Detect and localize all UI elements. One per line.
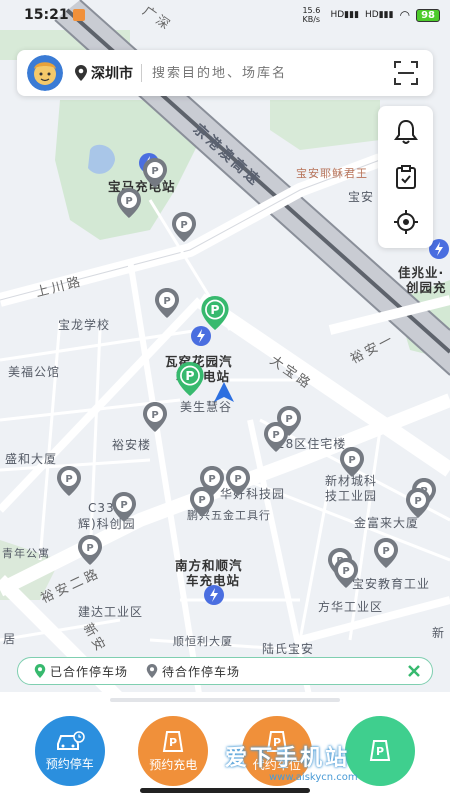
legend-cooperative[interactable]: 已合作停车场 xyxy=(34,663,128,680)
svg-text:P: P xyxy=(163,296,170,307)
legend-cooperative-label: 已合作停车场 xyxy=(50,664,129,679)
green-pin-icon xyxy=(34,664,46,678)
cooperative-parking-pin[interactable]: P xyxy=(176,362,204,396)
svg-text:P: P xyxy=(180,220,187,231)
reserve-parking-button[interactable]: 预约停车 xyxy=(34,716,105,786)
svg-text:P: P xyxy=(151,410,158,421)
svg-text:P: P xyxy=(210,302,219,317)
battery-indicator: 98 xyxy=(416,8,440,22)
drag-handle[interactable] xyxy=(110,698,340,702)
reserve-charging-button[interactable]: P 预约充电 xyxy=(138,716,209,786)
network-speed: 15.6 KB/s xyxy=(302,6,321,24)
map-label: 宝安 xyxy=(348,190,375,204)
search-bar: 深圳市 xyxy=(17,50,433,96)
svg-text:P: P xyxy=(382,546,389,557)
pending-parking-pin[interactable]: P xyxy=(78,535,102,565)
divider xyxy=(141,64,142,82)
search-input[interactable] xyxy=(152,65,393,81)
pending-parking-pin[interactable]: P xyxy=(143,402,167,432)
map-label: 建达工业区 xyxy=(78,605,144,619)
map-label: 美福公馆 xyxy=(8,365,61,379)
map-label: 宝安教育工业 xyxy=(352,577,431,591)
map-label: 新 xyxy=(432,626,446,640)
pending-parking-pin[interactable]: P xyxy=(57,466,81,496)
pending-parking-pin[interactable]: P xyxy=(190,487,214,517)
map-label: 宝安耶稣君王 xyxy=(296,167,368,180)
svg-text:P: P xyxy=(185,368,194,383)
svg-text:P: P xyxy=(125,196,132,207)
svg-text:P: P xyxy=(120,500,127,511)
svg-text:P: P xyxy=(169,736,177,749)
pending-parking-pin[interactable]: P xyxy=(277,406,301,436)
svg-text:P: P xyxy=(234,474,241,485)
clipboard-icon xyxy=(395,164,416,189)
gray-pin-icon xyxy=(146,664,158,678)
status-time: 15:21 xyxy=(24,7,69,23)
pending-parking-pin[interactable]: P xyxy=(374,538,398,568)
svg-text:P: P xyxy=(198,495,205,506)
svg-text:P: P xyxy=(285,414,292,425)
locate-icon xyxy=(393,209,418,234)
notification-button[interactable] xyxy=(392,118,420,146)
user-avatar[interactable] xyxy=(27,55,63,91)
pending-parking-pin[interactable]: P xyxy=(172,212,196,242)
map-label: 创园充 xyxy=(406,280,447,295)
orders-button[interactable] xyxy=(392,163,420,191)
svg-text:P: P xyxy=(376,745,384,758)
pending-parking-pin[interactable]: P xyxy=(117,188,141,218)
reserve-charging-label: 预约充电 xyxy=(149,758,198,772)
svg-text:P: P xyxy=(414,496,421,507)
current-location-arrow-icon xyxy=(214,382,234,402)
close-icon[interactable] xyxy=(406,663,422,679)
parking-spot-icon: P xyxy=(370,739,391,761)
legend-pending-label: 待合作停车场 xyxy=(162,664,241,679)
reserve-parking-label: 预约停车 xyxy=(45,757,94,771)
map-label: 居 xyxy=(3,632,17,646)
pending-parking-pin[interactable]: P xyxy=(334,558,358,588)
svg-text:P: P xyxy=(65,474,72,485)
map-label: 裕安楼 xyxy=(112,438,152,452)
hd-icon: HD▮▮▮ xyxy=(330,10,360,20)
map-side-tools xyxy=(378,106,433,248)
home-indicator xyxy=(140,788,310,793)
watermark-main-text: 爱下手机站 xyxy=(225,746,351,771)
scan-icon[interactable] xyxy=(393,60,419,86)
pending-parking-pin[interactable]: P xyxy=(226,466,250,496)
watermark: 爱下手机站 www.aiskycn.com xyxy=(225,740,358,783)
map-label: 宝龙学校 xyxy=(58,318,111,332)
watermark-url: www.aiskycn.com xyxy=(269,772,358,783)
cooperative-parking-pin[interactable]: P xyxy=(201,296,229,330)
map-label: 方华工业区 xyxy=(318,600,384,614)
charging-spot-icon: P xyxy=(163,731,184,752)
avatar-icon xyxy=(27,55,63,91)
map-legend-bar: 已合作停车场 待合作停车场 xyxy=(17,657,433,685)
legend-pending[interactable]: 待合作停车场 xyxy=(146,663,240,680)
pending-parking-pin[interactable]: P xyxy=(406,488,430,518)
svg-text:P: P xyxy=(151,166,158,177)
svg-text:P: P xyxy=(86,543,93,554)
pending-parking-pin[interactable]: P xyxy=(143,158,167,188)
bell-icon xyxy=(393,120,418,145)
pending-parking-pin[interactable]: P xyxy=(155,288,179,318)
map-view[interactable]: 广深 京港澳高速 宝马充电站 上川路 宝龙学校 瓦窑花园汽 车充电站 美生慧谷 … xyxy=(0,0,450,700)
map-label: 陆氏宝安 xyxy=(262,642,315,656)
city-selector[interactable]: 深圳市 xyxy=(91,63,133,83)
wifi-icon: ◠ xyxy=(399,8,411,22)
hd2-icon: HD▮▮▮ xyxy=(365,10,394,20)
pending-parking-pin[interactable]: P xyxy=(112,492,136,522)
notification-icon xyxy=(72,9,85,21)
svg-text:P: P xyxy=(342,566,349,577)
svg-text:P: P xyxy=(348,455,355,466)
map-label: 盛和大厦 xyxy=(5,452,58,466)
map-label: 青年公寓 xyxy=(2,547,50,560)
pending-parking-pin[interactable]: P xyxy=(340,447,364,477)
status-bar: 15:21 15.6 KB/s HD▮▮▮ HD▮▮▮ ◠ 98 xyxy=(0,0,450,30)
charging-station-marker[interactable] xyxy=(203,584,225,606)
map-label: 技工业园 xyxy=(325,489,378,503)
svg-text:P: P xyxy=(208,474,215,485)
map-label: 顺恒利大厦 xyxy=(173,635,233,648)
car-clock-icon xyxy=(56,731,85,750)
location-pin-icon xyxy=(75,65,87,81)
locate-button[interactable] xyxy=(392,208,420,236)
